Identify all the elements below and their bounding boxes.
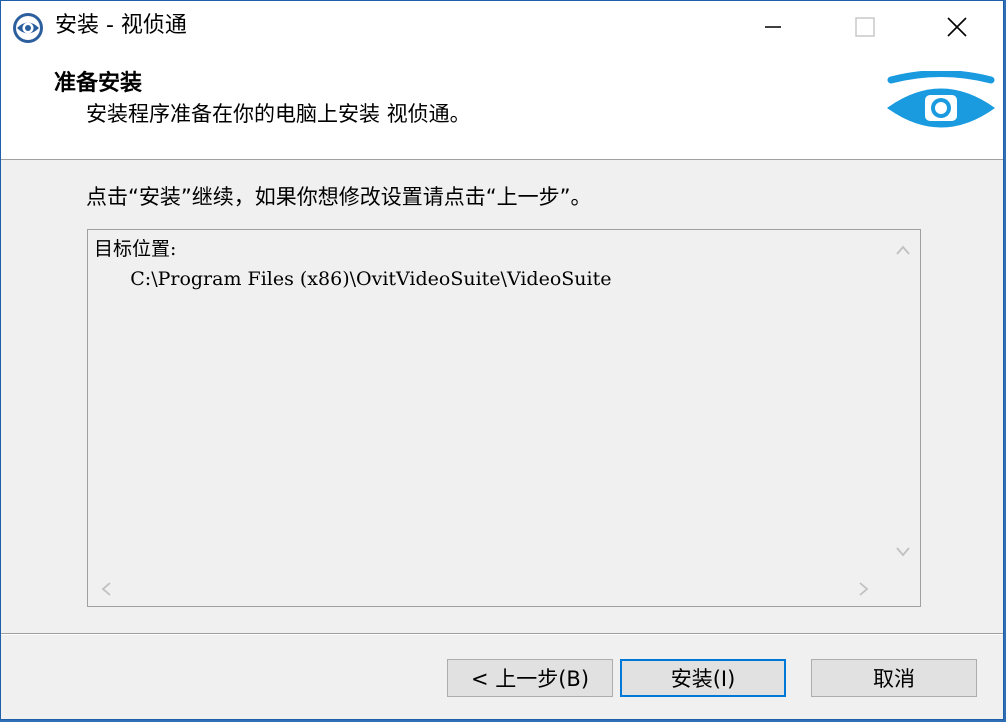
memo-text: 目标位置: C:\Program Files (x86)\OvitVideoSu…	[94, 234, 611, 294]
memo-label: 目标位置:	[94, 238, 177, 260]
close-button[interactable]	[911, 1, 1003, 53]
chevron-left-icon	[101, 582, 111, 596]
maximize-icon	[855, 17, 875, 37]
back-button[interactable]: < 上一步(B)	[447, 659, 613, 697]
scroll-down-button[interactable]	[893, 542, 913, 562]
memo-indent	[94, 268, 130, 290]
maximize-button[interactable]	[819, 1, 911, 53]
minimize-button[interactable]	[727, 1, 819, 53]
scroll-left-button[interactable]	[96, 579, 116, 599]
chevron-right-icon	[859, 582, 869, 596]
title-bar[interactable]: 安装 - 视侦通	[1, 1, 1003, 53]
eye-logo-icon	[13, 13, 43, 43]
scrollbar-corner	[886, 572, 920, 606]
minimize-icon	[765, 26, 781, 28]
page-subtitle: 安装程序准备在你的电脑上安装 视侦通。	[86, 102, 471, 126]
wizard-header: 准备安装 安装程序准备在你的电脑上安装 视侦通。	[1, 53, 1003, 160]
chevron-up-icon	[896, 245, 910, 255]
horizontal-scrollbar[interactable]	[88, 572, 886, 606]
install-button[interactable]: 安装(I)	[620, 659, 786, 697]
cancel-button[interactable]: 取消	[811, 659, 977, 697]
ready-memo[interactable]: 目标位置: C:\Program Files (x86)\OvitVideoSu…	[87, 229, 921, 607]
memo-path: C:\Program Files (x86)\OvitVideoSuite\Vi…	[130, 268, 612, 290]
instruction-text: 点击“安装”继续，如果你想修改设置请点击“上一步”。	[86, 185, 592, 209]
eye-logo-icon	[887, 71, 995, 128]
page-title: 准备安装	[54, 71, 143, 96]
scroll-up-button[interactable]	[893, 240, 913, 260]
scroll-right-button[interactable]	[854, 579, 874, 599]
chevron-down-icon	[896, 547, 910, 557]
window-title: 安装 - 视侦通	[55, 13, 187, 38]
vertical-scrollbar[interactable]	[886, 230, 920, 570]
close-icon	[947, 17, 967, 37]
footer-separator	[1, 633, 1003, 635]
installer-window: 安装 - 视侦通 准备安装 安装程序准备在你的电脑上安装 视侦通。 点击“安装”…	[0, 0, 1004, 720]
